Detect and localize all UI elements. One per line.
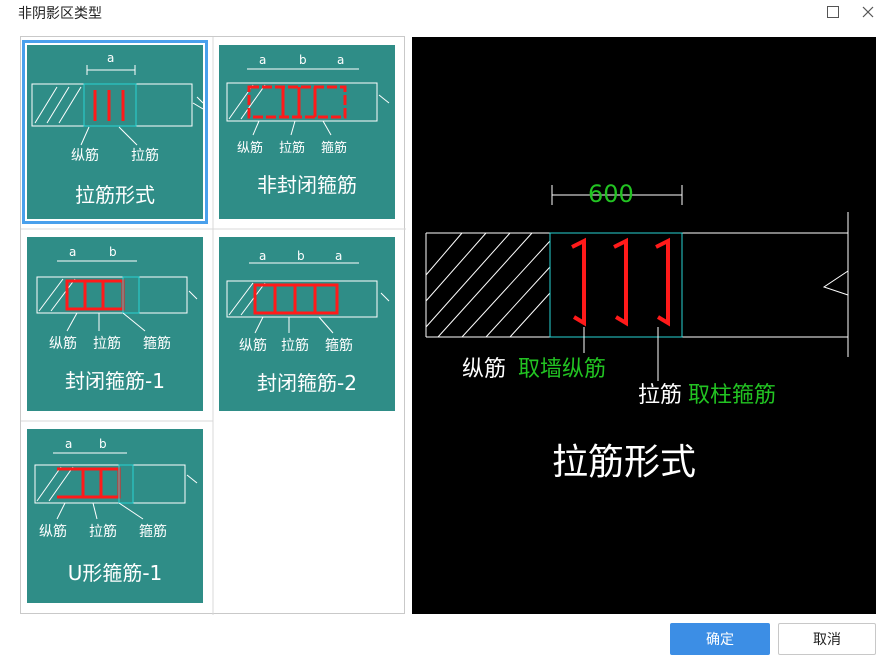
label-tie: 拉筋 xyxy=(93,336,121,352)
dim-label: b xyxy=(299,53,307,67)
dim-label: a xyxy=(337,53,345,67)
label-tie: 拉筋 xyxy=(281,338,309,354)
option-title: U形箍筋-1 xyxy=(67,561,163,585)
dim-label: a xyxy=(69,245,77,259)
option-title: 封闭箍筋-2 xyxy=(257,371,357,395)
option-title: 非封闭箍筋 xyxy=(257,173,357,197)
label-stirrup: 箍筋 xyxy=(321,141,348,156)
preview-tie-note: 取柱箍筋 xyxy=(688,383,777,408)
option-card[interactable]: 纵筋 拉筋 箍筋 a b a 非封闭箍筋 xyxy=(219,45,395,219)
ok-button[interactable]: 确定 xyxy=(670,623,770,655)
preview-longitudinal-note: 取墙纵筋 xyxy=(518,357,607,382)
dim-label: a xyxy=(65,437,73,451)
label-stirrup: 箍筋 xyxy=(325,338,353,354)
dim-label: b xyxy=(99,437,107,451)
option-card[interactable]: 纵筋 拉筋 箍筋 a b U形箍筋-1 xyxy=(27,429,203,603)
option-card[interactable]: 纵筋 拉筋 a 拉筋形式 xyxy=(22,40,208,224)
label-tie: 拉筋 xyxy=(279,141,306,156)
label-longitudinal: 纵筋 xyxy=(49,336,77,352)
window-title: 非阴影区类型 xyxy=(18,6,102,22)
option-u-stirrup-1[interactable]: 纵筋 拉筋 箍筋 a b U形箍筋-1 xyxy=(21,421,209,609)
dim-label: a xyxy=(259,249,267,263)
option-open-stirrup[interactable]: 纵筋 拉筋 箍筋 a b a 非封闭箍筋 xyxy=(213,37,401,225)
label-stirrup: 箍筋 xyxy=(143,336,171,352)
label-tie: 拉筋 xyxy=(131,148,159,164)
preview-dimension: 600 xyxy=(588,180,634,208)
dim-label: a xyxy=(107,51,115,65)
option-card[interactable]: 纵筋 拉筋 箍筋 a b a 封闭箍筋-2 xyxy=(219,237,395,411)
dim-label: a xyxy=(335,249,343,263)
label-longitudinal: 纵筋 xyxy=(39,524,67,540)
option-title: 封闭箍筋-1 xyxy=(65,369,165,393)
option-closed-stirrup-2[interactable]: 纵筋 拉筋 箍筋 a b a 封闭箍筋-2 xyxy=(213,229,401,417)
type-options-grid: 纵筋 拉筋 a 拉筋形式 纵筋 拉筋 箍筋 a b a 非封闭箍筋 纵筋 拉筋 … xyxy=(20,36,406,615)
preview-longitudinal-label: 纵筋 xyxy=(462,357,507,382)
preview-diagram xyxy=(425,185,849,381)
title-bar: 非阴影区类型 xyxy=(0,0,895,26)
dim-label: b xyxy=(109,245,117,259)
maximize-icon[interactable] xyxy=(822,1,844,23)
label-longitudinal: 纵筋 xyxy=(71,148,99,164)
dim-label: b xyxy=(297,249,305,263)
label-tie: 拉筋 xyxy=(89,524,117,540)
option-closed-stirrup-1[interactable]: 纵筋 拉筋 箍筋 a b 封闭箍筋-1 xyxy=(21,229,209,417)
label-longitudinal: 纵筋 xyxy=(237,141,264,156)
label-stirrup: 箍筋 xyxy=(139,524,167,540)
preview-title: 拉筋形式 xyxy=(552,442,697,483)
dim-label: a xyxy=(259,53,267,67)
preview-tie-label: 拉筋 xyxy=(638,383,683,408)
label-longitudinal: 纵筋 xyxy=(239,338,267,354)
close-icon[interactable] xyxy=(857,1,879,23)
option-card[interactable]: 纵筋 拉筋 箍筋 a b 封闭箍筋-1 xyxy=(27,237,203,411)
preview-panel: 600 纵筋 取墙纵筋 拉筋 取柱箍筋 拉筋形式 xyxy=(412,37,876,614)
option-title: 拉筋形式 xyxy=(75,183,155,207)
option-tie-form[interactable]: 纵筋 拉筋 a 拉筋形式 xyxy=(21,37,209,225)
cancel-button[interactable]: 取消 xyxy=(778,623,876,655)
